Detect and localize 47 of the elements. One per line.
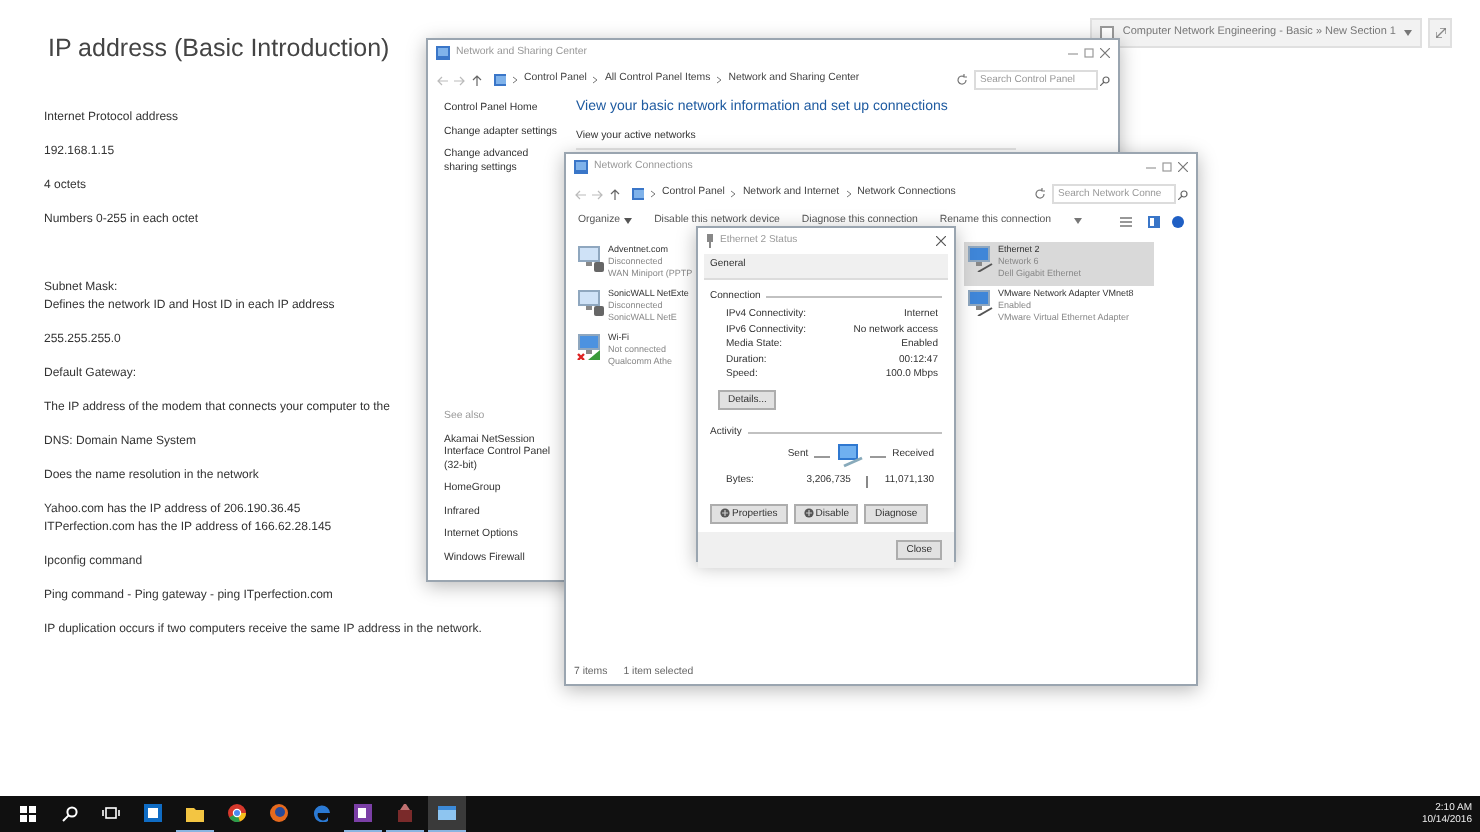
app-icon[interactable] — [144, 804, 162, 822]
network-icon — [574, 160, 588, 174]
more-caret-icon[interactable] — [1073, 218, 1082, 224]
preview-pane-icon[interactable] — [1148, 215, 1160, 227]
window-icon[interactable] — [438, 804, 456, 822]
shield-icon — [720, 508, 730, 518]
close-icon[interactable] — [1100, 48, 1110, 58]
chevron-icon — [512, 76, 518, 84]
caret-icon — [1404, 30, 1412, 36]
refresh-icon[interactable] — [1034, 188, 1046, 200]
control-panel-icon — [632, 188, 644, 200]
view-options-icon[interactable] — [1120, 215, 1136, 227]
network-computer-icon — [836, 444, 865, 468]
network-adapter-icon — [576, 288, 604, 316]
browser-icon[interactable] — [228, 804, 246, 822]
network-adapter-icon — [576, 332, 604, 360]
maximize-icon[interactable] — [1084, 48, 1094, 58]
chevron-icon — [730, 190, 737, 198]
chevron-icon — [845, 190, 852, 198]
folder-icon[interactable] — [186, 804, 204, 822]
network-adapter-icon — [576, 244, 604, 272]
browser-icon[interactable] — [270, 804, 288, 822]
up-arrow-icon[interactable] — [472, 74, 482, 86]
up-arrow-icon[interactable] — [610, 188, 620, 200]
control-panel-icon — [494, 74, 506, 86]
chevron-icon — [592, 76, 599, 84]
shield-icon — [803, 508, 814, 518]
search-icon — [1178, 189, 1188, 199]
page-title: IP address (Basic Introduction) — [48, 32, 390, 66]
expand-icon — [1435, 28, 1445, 38]
caret-icon — [624, 217, 633, 224]
search-icon[interactable] — [61, 805, 77, 821]
ethernet-plug-icon — [706, 234, 714, 248]
maximize-icon[interactable] — [1162, 162, 1172, 172]
close-icon[interactable] — [936, 236, 946, 246]
network-adapter-icon — [966, 288, 994, 316]
app-icon[interactable] — [396, 804, 414, 822]
notebook-icon[interactable] — [354, 804, 372, 822]
chevron-icon — [650, 190, 656, 198]
network-adapter-icon — [966, 244, 994, 272]
refresh-icon[interactable] — [956, 74, 968, 86]
search-icon — [1100, 75, 1110, 85]
start-icon[interactable] — [19, 805, 35, 821]
chevron-icon — [716, 76, 723, 84]
network-icon — [436, 46, 450, 60]
close-icon[interactable] — [1178, 162, 1188, 172]
task-view-icon[interactable] — [102, 806, 120, 820]
